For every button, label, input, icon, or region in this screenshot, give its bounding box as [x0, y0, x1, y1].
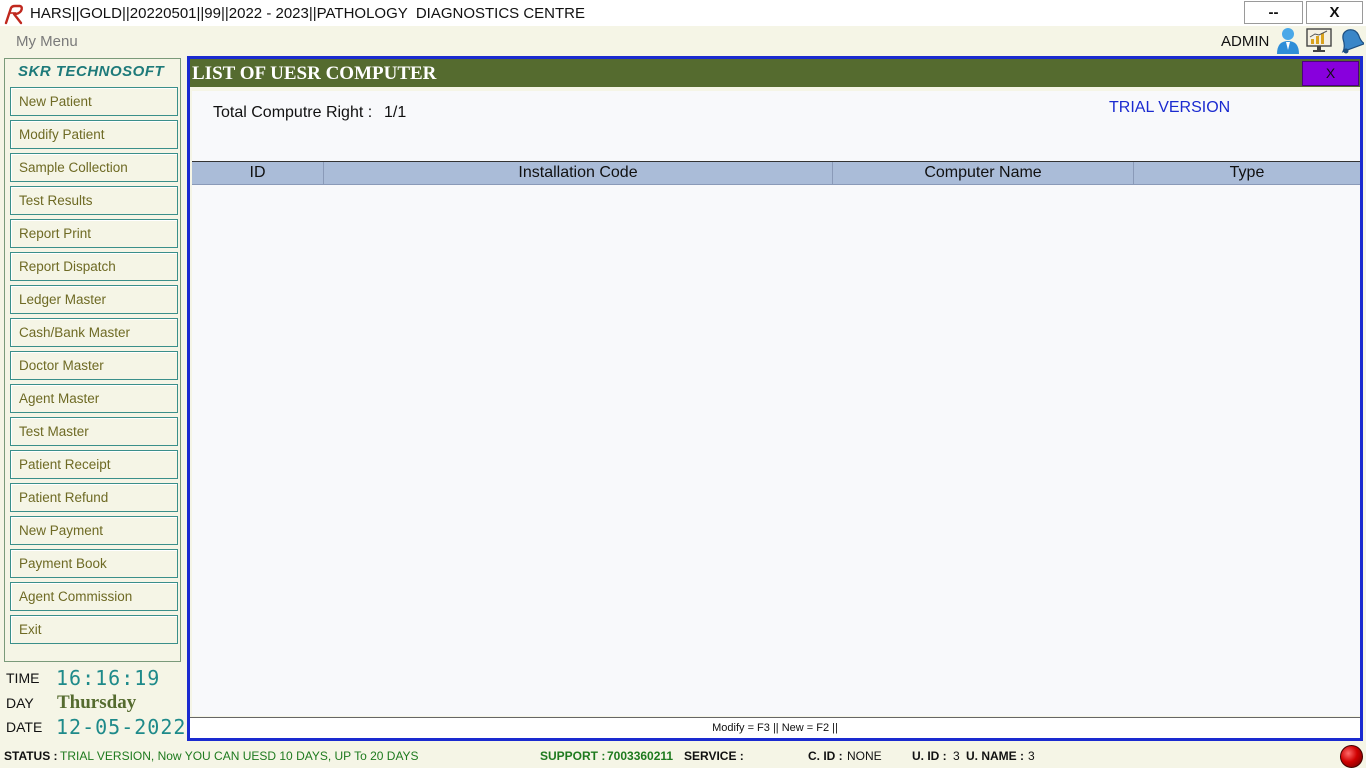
brand-name: SKR TECHNOSOFT: [18, 63, 165, 80]
uname-value: 3: [1028, 749, 1035, 763]
date-label: DATE: [6, 719, 43, 735]
uid-value: 3: [953, 749, 960, 763]
sidebar-item-new-payment[interactable]: New Payment: [10, 516, 178, 545]
panel-title: LIST OF UESR COMPUTER: [192, 63, 437, 84]
cid-label: C. ID :: [808, 749, 843, 763]
cid-value: NONE: [847, 749, 882, 763]
grid-header: ID Installation Code Computer Name Type: [192, 161, 1360, 185]
panel-header: LIST OF UESR COMPUTER X: [190, 59, 1360, 87]
sidebar-item-report-print[interactable]: Report Print: [10, 219, 178, 248]
support-value: 7003360211: [607, 749, 674, 763]
bell-icon[interactable]: [1336, 27, 1364, 55]
sidebar-item-sample-collection[interactable]: Sample Collection: [10, 153, 178, 182]
title-bar: HARS||GOLD||20220501||99||2022 - 2023||P…: [0, 0, 1366, 26]
sidebar-item-agent-master[interactable]: Agent Master: [10, 384, 178, 413]
day-label: DAY: [6, 695, 34, 711]
support-label: SUPPORT :: [540, 749, 606, 763]
sidebar-item-payment-book[interactable]: Payment Book: [10, 549, 178, 578]
sidebar-item-test-master[interactable]: Test Master: [10, 417, 178, 446]
service-label: SERVICE :: [684, 749, 744, 763]
grid-body[interactable]: [192, 185, 1360, 716]
minimize-button[interactable]: --: [1244, 1, 1303, 24]
shortcut-hint: Modify = F3 || New = F2 ||: [190, 717, 1360, 738]
status-label: STATUS :: [4, 749, 58, 763]
user-name-label: ADMIN: [1221, 33, 1270, 50]
status-value: TRIAL VERSION, Now YOU CAN UESD 10 DAYS,…: [60, 749, 419, 763]
my-menu[interactable]: My Menu: [16, 33, 78, 50]
uname-label: U. NAME :: [966, 749, 1024, 763]
sidebar-item-agent-commission[interactable]: Agent Commission: [10, 582, 178, 611]
sidebar-item-patient-receipt[interactable]: Patient Receipt: [10, 450, 178, 479]
user-icon[interactable]: [1274, 26, 1302, 54]
window-title: HARS||GOLD||20220501||99||2022 - 2023||P…: [30, 5, 586, 22]
user-computer-window: LIST OF UESR COMPUTER X Total Computre R…: [187, 56, 1363, 741]
total-computer-right-value: 1/1: [384, 104, 407, 121]
day-value: Thursday: [57, 692, 137, 713]
trial-version-label: TRIAL VERSION: [1109, 99, 1231, 116]
column-header-id[interactable]: ID: [192, 162, 324, 184]
time-value: 16:16:19: [56, 666, 161, 690]
status-indicator-icon[interactable]: [1340, 745, 1363, 768]
sidebar-item-modify-patient[interactable]: Modify Patient: [10, 120, 178, 149]
sidebar-item-exit[interactable]: Exit: [10, 615, 178, 644]
panel-body: Total Computre Right : 1/1 TRIAL VERSION…: [192, 91, 1360, 716]
status-bar: STATUS : TRIAL VERSION, Now YOU CAN UESD…: [0, 744, 1366, 768]
sidebar-item-patient-refund[interactable]: Patient Refund: [10, 483, 178, 512]
column-header-type[interactable]: Type: [1134, 162, 1360, 184]
panel-close-button[interactable]: X: [1302, 61, 1359, 86]
date-value: 12-05-2022: [56, 715, 187, 739]
time-label: TIME: [6, 670, 40, 686]
sidebar-item-test-results[interactable]: Test Results: [10, 186, 178, 215]
chart-monitor-icon[interactable]: [1305, 27, 1333, 53]
app-logo-icon: [4, 4, 23, 25]
close-window-button[interactable]: X: [1306, 1, 1363, 24]
sidebar-item-doctor-master[interactable]: Doctor Master: [10, 351, 178, 380]
sidebar-item-cash-bank-master[interactable]: Cash/Bank Master: [10, 318, 178, 347]
column-header-installation-code[interactable]: Installation Code: [324, 162, 833, 184]
sidebar-item-new-patient[interactable]: New Patient: [10, 87, 178, 116]
uid-label: U. ID :: [912, 749, 947, 763]
sidebar-item-ledger-master[interactable]: Ledger Master: [10, 285, 178, 314]
sidebar: SKR TECHNOSOFT New Patient Modify Patien…: [4, 58, 181, 662]
column-header-computer-name[interactable]: Computer Name: [833, 162, 1134, 184]
menu-bar: My Menu ADMIN: [0, 26, 1366, 56]
total-computer-right-label: Total Computre Right :: [213, 104, 373, 121]
sidebar-item-report-dispatch[interactable]: Report Dispatch: [10, 252, 178, 281]
